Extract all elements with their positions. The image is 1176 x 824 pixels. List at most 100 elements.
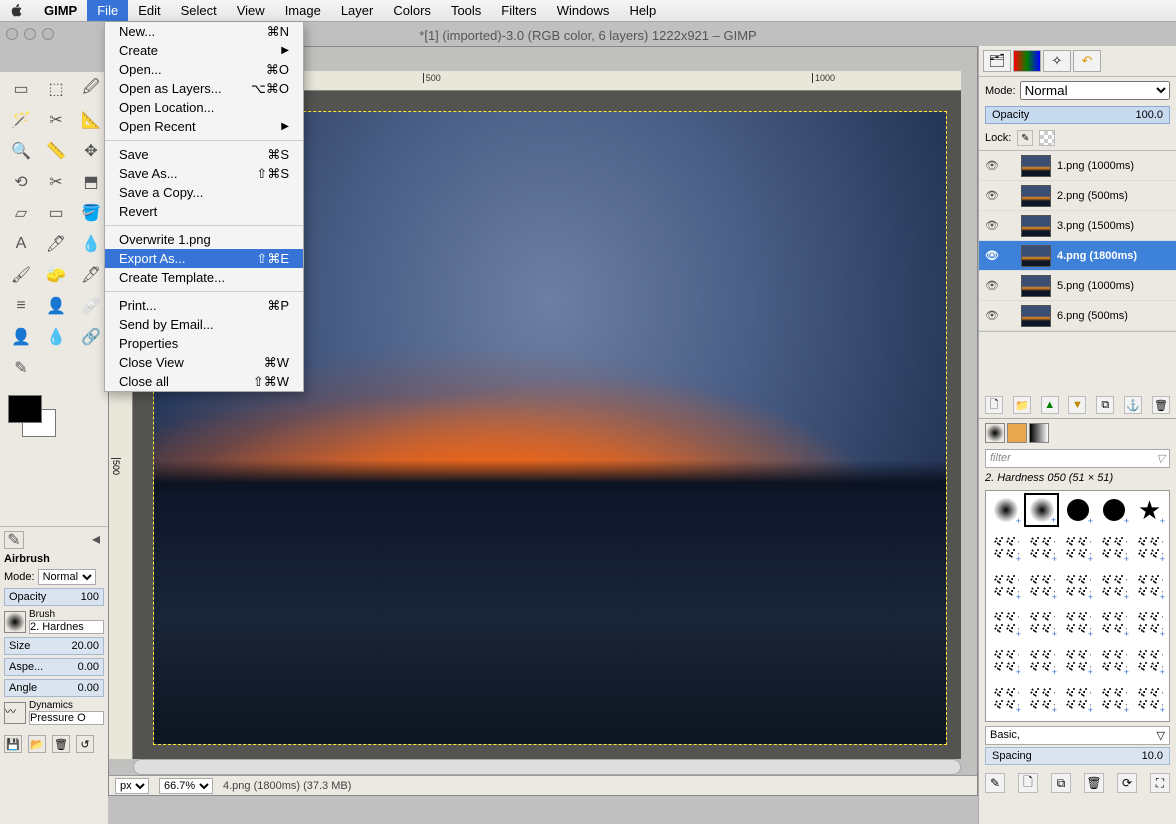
angle-field[interactable]: Angle0.00 [4, 679, 104, 697]
menuitem-open[interactable]: Open...⌘O [105, 60, 303, 79]
tool-button-27[interactable]: ✎ [4, 353, 38, 383]
brush-cell[interactable]: + [988, 682, 1023, 716]
menuitem-save[interactable]: Save⌘S [105, 145, 303, 164]
brush-cell[interactable]: + [988, 644, 1023, 678]
reset-preset-icon[interactable]: ↺ [76, 735, 94, 753]
brush-cell[interactable]: + [1060, 531, 1095, 565]
menu-filters[interactable]: Filters [491, 0, 546, 21]
menuitem-open-as-layers[interactable]: Open as Layers...⌥⌘O [105, 79, 303, 98]
brush-cell[interactable]: + [1132, 644, 1167, 678]
menuitem-save-a-copy[interactable]: Save a Copy... [105, 183, 303, 202]
visibility-toggle-icon[interactable]: 👁 [985, 159, 999, 172]
tool-button-4[interactable]: ✂ [39, 105, 73, 135]
new-brush-icon[interactable]: 🗋 [1018, 773, 1038, 793]
tool-button-12[interactable]: ▱ [4, 198, 38, 228]
menuitem-properties[interactable]: Properties [105, 334, 303, 353]
lower-layer-icon[interactable]: ▼ [1068, 396, 1086, 414]
brush-grid[interactable]: ++++★++++++++++++++++++++++++++ [985, 490, 1170, 722]
menu-tools[interactable]: Tools [441, 0, 491, 21]
menuitem-send-by-email[interactable]: Send by Email... [105, 315, 303, 334]
menuitem-close-all[interactable]: Close all⇧⌘W [105, 372, 303, 391]
brush-cell[interactable]: + [1132, 569, 1167, 603]
menuitem-overwrite-1-png[interactable]: Overwrite 1.png [105, 230, 303, 249]
open-as-image-icon[interactable]: ⛶ [1150, 773, 1170, 793]
tool-button-17[interactable]: 💧 [74, 229, 108, 259]
visibility-toggle-icon[interactable]: 👁 [985, 279, 999, 292]
layer-row[interactable]: 👁2.png (500ms) [979, 181, 1176, 211]
color-swatches[interactable] [4, 391, 104, 451]
brush-cell[interactable]: + [1024, 569, 1059, 603]
tool-button-2[interactable]: 🖉 [74, 74, 108, 104]
tool-button-7[interactable]: 📏 [39, 136, 73, 166]
panel-detach-icon[interactable]: ◂ [88, 531, 104, 547]
new-layer-icon[interactable]: 🗋 [985, 396, 1003, 414]
tool-button-1[interactable]: ⬚ [39, 74, 73, 104]
brush-cell[interactable]: + [1096, 682, 1131, 716]
anchor-layer-icon[interactable]: ⚓ [1124, 396, 1142, 414]
layer-row[interactable]: 👁3.png (1500ms) [979, 211, 1176, 241]
tool-button-3[interactable]: 🪄 [4, 105, 38, 135]
layer-mode-select[interactable]: Normal [1020, 81, 1170, 100]
tool-button-18[interactable]: 🖌 [4, 260, 38, 290]
channels-tab[interactable] [1013, 50, 1041, 72]
brush-cell[interactable]: + [1096, 493, 1131, 527]
tool-button-23[interactable]: 🩹 [74, 291, 108, 321]
tool-button-8[interactable]: ✥ [74, 136, 108, 166]
menuitem-print[interactable]: Print...⌘P [105, 296, 303, 315]
layer-row[interactable]: 👁1.png (1000ms) [979, 151, 1176, 181]
menuitem-save-as[interactable]: Save As...⇧⌘S [105, 164, 303, 183]
horizontal-scrollbar[interactable] [133, 759, 961, 775]
edit-brush-icon[interactable]: ✎ [985, 773, 1005, 793]
menu-windows[interactable]: Windows [547, 0, 620, 21]
brush-cell[interactable]: + [1132, 606, 1167, 640]
menuitem-close-view[interactable]: Close View⌘W [105, 353, 303, 372]
tool-button-24[interactable]: 👤 [4, 322, 38, 352]
tool-button-6[interactable]: 🔍 [4, 136, 38, 166]
brush-spacing-field[interactable]: Spacing10.0 [985, 747, 1170, 765]
tool-button-0[interactable]: ▭ [4, 74, 38, 104]
brush-cell[interactable]: + [1132, 682, 1167, 716]
brush-cell[interactable]: + [1060, 493, 1095, 527]
layers-tab[interactable]: 🗂 [983, 50, 1011, 72]
brush-cell[interactable]: + [1096, 606, 1131, 640]
lock-pixels-icon[interactable]: ✎ [1017, 130, 1033, 146]
visibility-toggle-icon[interactable]: 👁 [985, 189, 999, 202]
opacity-field[interactable]: Opacity100 [4, 588, 104, 606]
mode-select[interactable]: Normal [38, 569, 96, 585]
tool-button-22[interactable]: 👤 [39, 291, 73, 321]
brush-cell[interactable]: + [1096, 569, 1131, 603]
duplicate-layer-icon[interactable]: ⧉ [1096, 396, 1114, 414]
menu-edit[interactable]: Edit [128, 0, 170, 21]
menuitem-export-as[interactable]: Export As...⇧⌘E [105, 249, 303, 268]
dynamics-input[interactable] [29, 711, 104, 725]
menuitem-create-template[interactable]: Create Template... [105, 268, 303, 287]
tool-button-26[interactable]: 🔗 [74, 322, 108, 352]
tool-button-5[interactable]: 📐 [74, 105, 108, 135]
brush-cell[interactable]: + [1024, 493, 1059, 527]
brush-cell[interactable]: + [988, 493, 1023, 527]
menu-layer[interactable]: Layer [331, 0, 384, 21]
unit-select[interactable]: px [115, 778, 149, 794]
menuitem-open-location[interactable]: Open Location... [105, 98, 303, 117]
tool-button-9[interactable]: ⟲ [4, 167, 38, 197]
tool-button-25[interactable]: 💧 [39, 322, 73, 352]
brush-cell[interactable]: + [1060, 606, 1095, 640]
brush-preview-icon[interactable] [4, 611, 26, 633]
brush-cell[interactable]: + [1060, 682, 1095, 716]
raise-layer-icon[interactable]: ▲ [1041, 396, 1059, 414]
brush-cell[interactable]: + [988, 531, 1023, 565]
patterns-tab[interactable] [1007, 423, 1027, 443]
tool-button-11[interactable]: ⬒ [74, 167, 108, 197]
tool-button-10[interactable]: ✂ [39, 167, 73, 197]
tool-button-13[interactable]: ▭ [39, 198, 73, 228]
brush-cell[interactable]: + [1060, 569, 1095, 603]
layer-opacity-field[interactable]: Opacity100.0 [985, 106, 1170, 124]
menu-help[interactable]: Help [619, 0, 666, 21]
menuitem-revert[interactable]: Revert [105, 202, 303, 221]
aspect-field[interactable]: Aspe...0.00 [4, 658, 104, 676]
tool-button-15[interactable]: A [4, 229, 38, 259]
window-traffic-lights[interactable] [6, 28, 54, 40]
brush-cell[interactable]: + [1024, 606, 1059, 640]
delete-layer-icon[interactable]: 🗑 [1152, 396, 1170, 414]
menu-colors[interactable]: Colors [383, 0, 441, 21]
